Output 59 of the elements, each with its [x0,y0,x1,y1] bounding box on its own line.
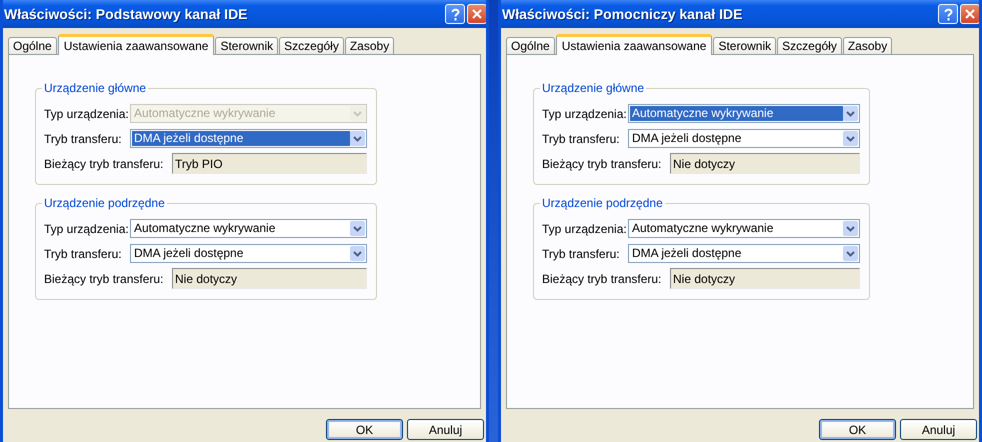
question-mark-icon [944,8,952,20]
field-label: Typ urządzenia: [44,106,130,120]
dropdown-value: Automatyczne wykrywanie [630,106,843,121]
dropdown[interactable]: Automatyczne wykrywanie [130,219,367,238]
dropdown-value: DMA jeżeli dostępne [132,131,350,146]
dropdown-value: DMA jeżeli dostępne [631,246,742,261]
window-title: Właściwości: Podstawowy kanał IDE [4,6,249,22]
close-icon [965,9,975,19]
dialog-button[interactable]: OK [819,419,896,440]
field-label: Bieżący tryb transferu: [542,272,662,286]
dropdown-value: Automatyczne wykrywanie [133,106,276,121]
help-button[interactable] [938,4,958,24]
group-title: Urządzenie główne [540,81,646,95]
readonly-field: Tryb PIO [172,153,367,174]
tab[interactable]: Szczegóły [777,37,842,54]
field-label: Typ urządzenia: [44,222,130,236]
dropdown[interactable]: DMA jeżeli dostępne [628,244,860,263]
tab[interactable]: Ogólne [8,37,57,54]
dropdown[interactable]: DMA jeżeli dostępne [628,129,860,148]
dropdown[interactable]: Automatyczne wykrywanie [628,104,860,123]
field-label: Typ urządzenia: [542,222,628,236]
group-title: Urządzenie podrzędne [42,196,167,210]
field-label: Tryb transferu: [542,132,621,146]
field-label: Bieżący tryb transferu: [542,156,662,170]
tab[interactable]: Ogólne [506,37,555,54]
close-button[interactable] [467,4,486,24]
close-button[interactable] [960,4,979,24]
field-label: Bieżący tryb transferu: [44,272,164,286]
readonly-field: Nie dotyczy [670,268,860,289]
help-button[interactable] [445,4,465,24]
tab[interactable]: Ustawienia zaawansowane [556,34,712,55]
field-label: Tryb transferu: [44,132,123,146]
group-title: Urządzenie podrzędne [540,196,665,210]
readonly-field: Nie dotyczy [172,268,367,289]
dropdown-value: DMA jeżeli dostępne [133,246,244,261]
question-mark-icon [450,8,460,20]
field-label: Tryb transferu: [44,246,123,260]
group-title: Urządzenie główne [42,81,148,95]
dropdown[interactable]: DMA jeżeli dostępne [130,244,367,263]
field-label: Typ urządzenia: [542,106,628,120]
tab[interactable]: Zasoby [344,37,394,54]
tab[interactable]: Szczegóły [279,37,344,54]
dropdown-value: DMA jeżeli dostępne [631,131,742,146]
readonly-field: Nie dotyczy [670,153,860,174]
tab[interactable]: Zasoby [842,37,892,54]
field-label: Bieżący tryb transferu: [44,156,164,170]
dialog-button[interactable]: OK [326,419,403,440]
field-label: Tryb transferu: [542,246,621,260]
tab[interactable]: Ustawienia zaawansowane [58,34,214,55]
close-icon [472,9,482,19]
window-title: Właściwości: Pomocniczy kanał IDE [502,6,744,22]
dialog-button[interactable]: Anuluj [900,419,977,440]
dropdown-value: Automatyczne wykrywanie [631,221,774,236]
dropdown[interactable]: DMA jeżeli dostępne [130,129,367,148]
dialog-button[interactable]: Anuluj [407,419,484,440]
dropdown-value: Automatyczne wykrywanie [133,221,276,236]
tab[interactable]: Sterownik [215,37,278,54]
dropdown[interactable]: Automatyczne wykrywanie [628,219,860,238]
tab[interactable]: Sterownik [713,37,776,54]
